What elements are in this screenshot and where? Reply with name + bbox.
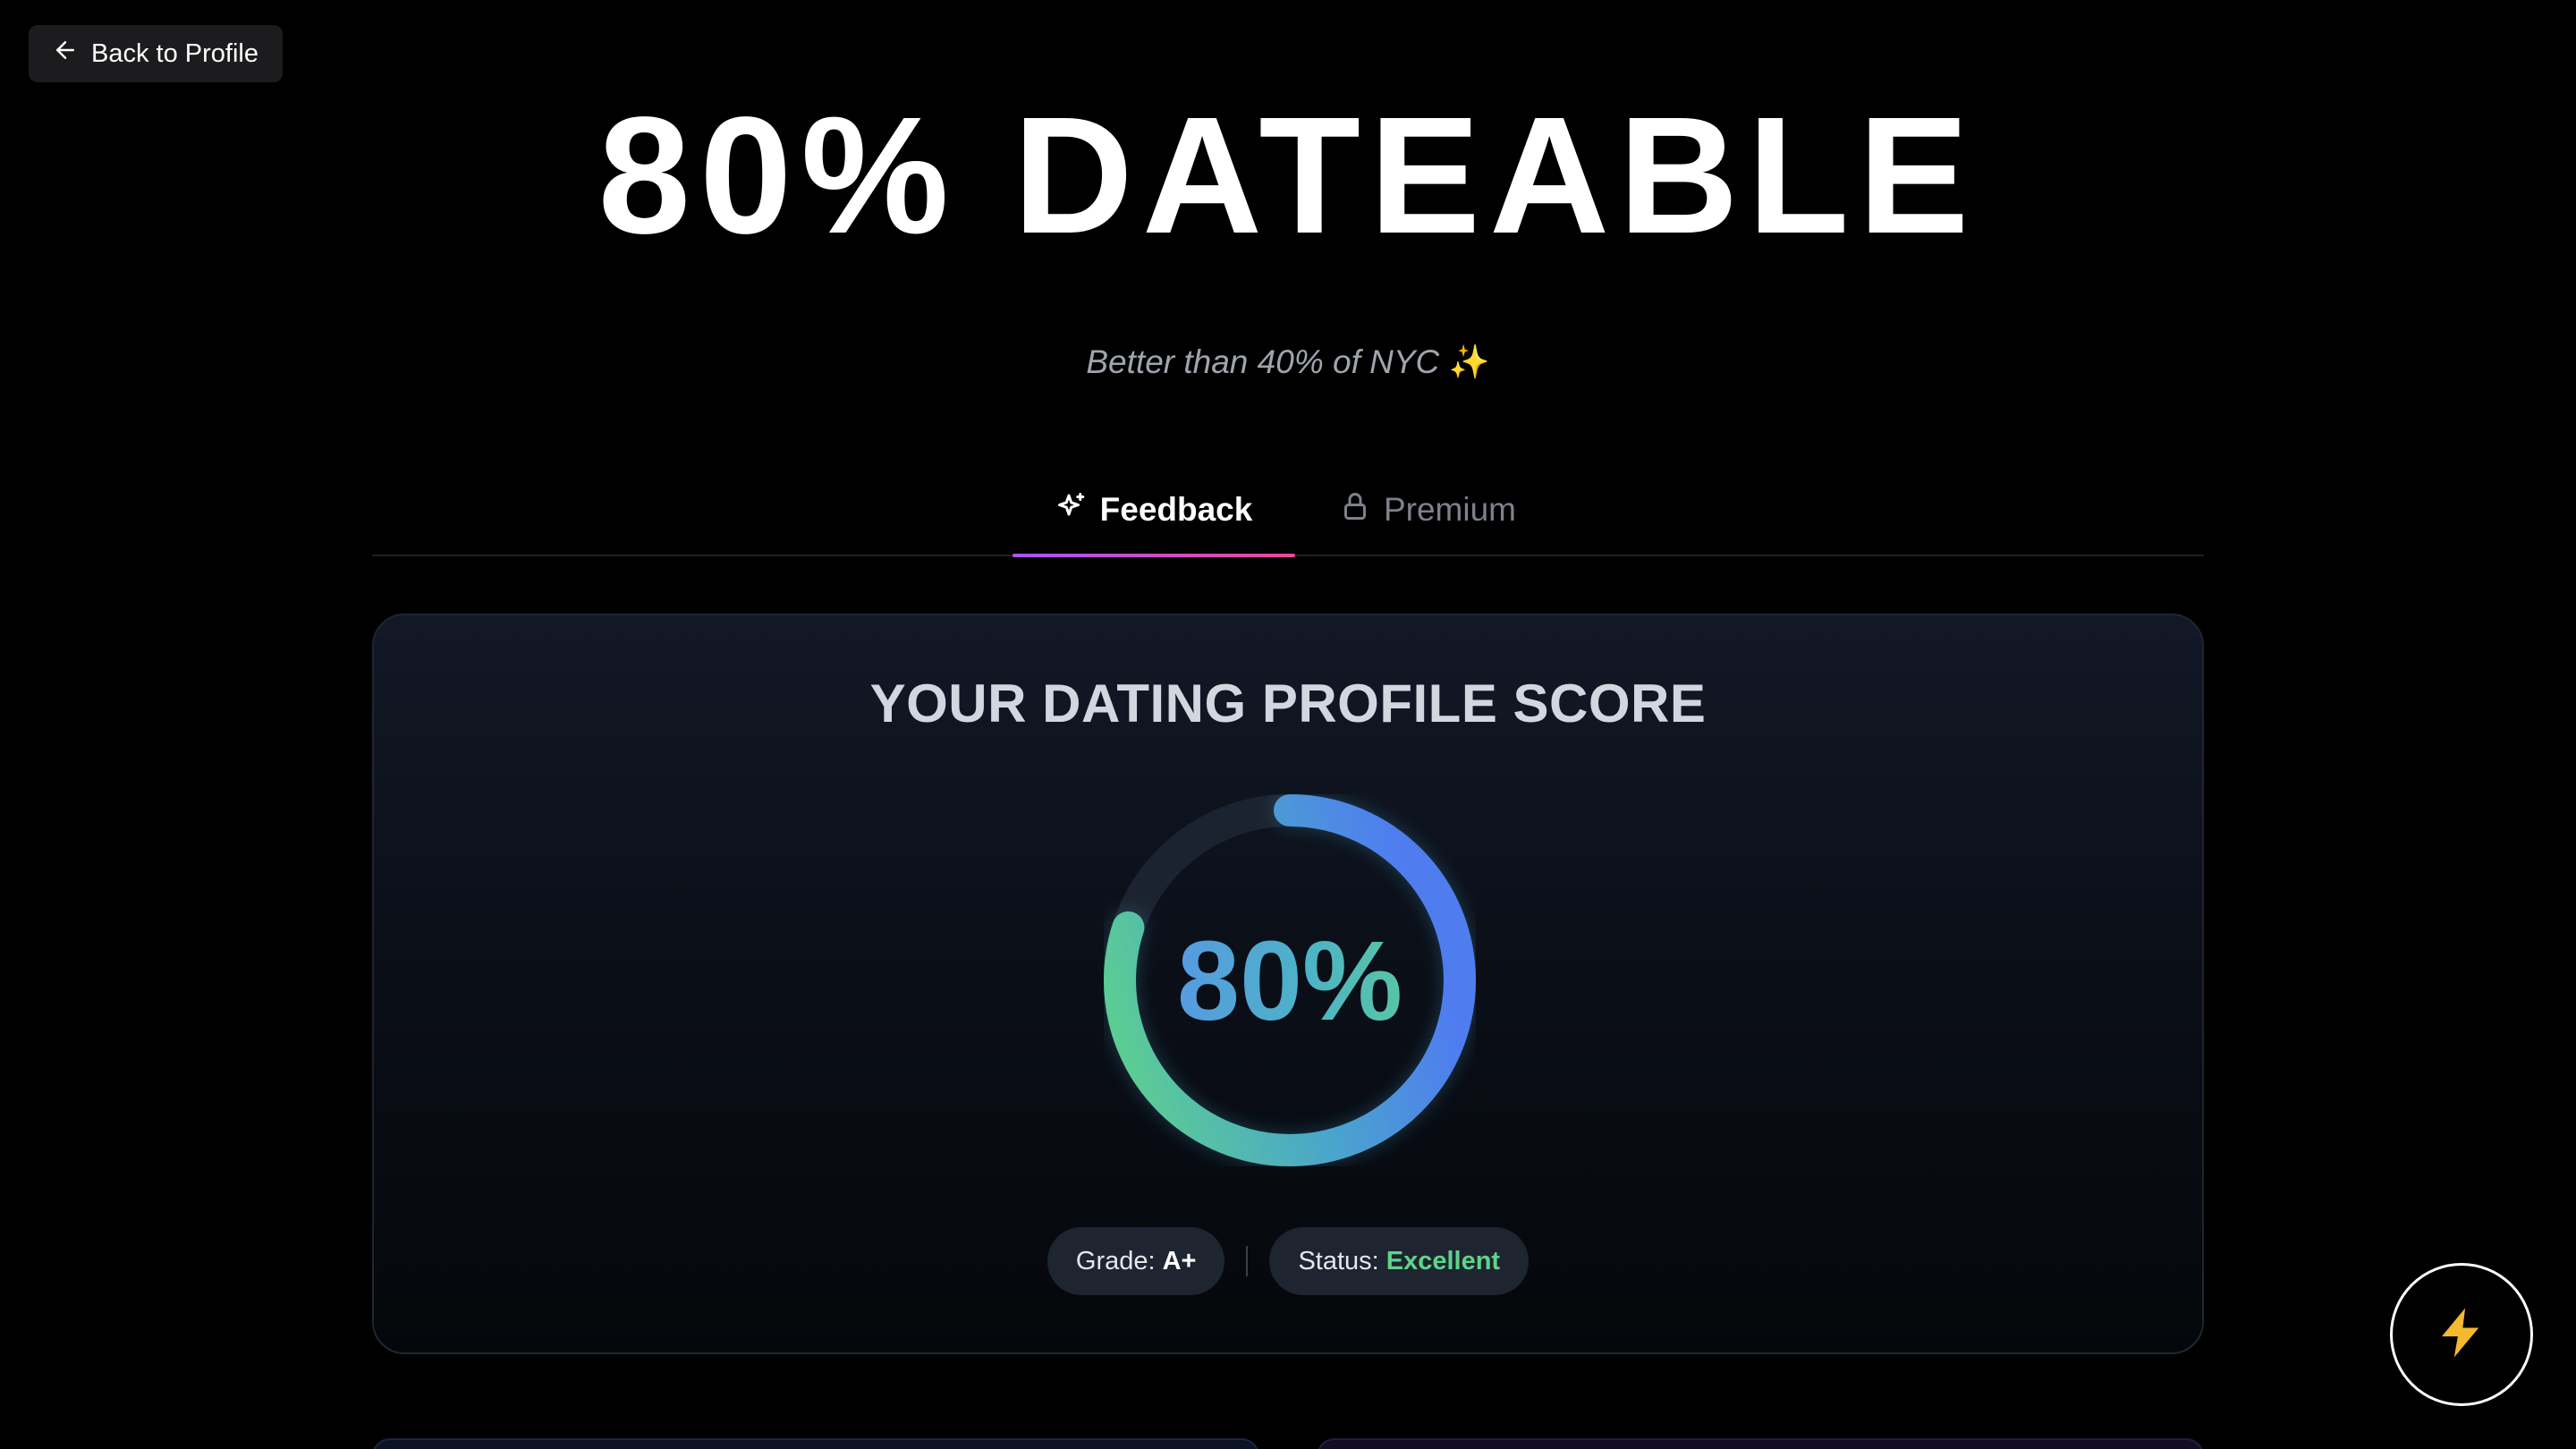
score-gauge: 80% — [1104, 794, 1476, 1166]
status-value: Excellent — [1385, 1246, 1501, 1275]
score-pills: Grade: A+ Status: Excellent — [374, 1225, 2202, 1297]
page-subtitle: Better than 40% of NYC ✨ — [0, 343, 2576, 382]
status-label: Status: — [1298, 1246, 1379, 1275]
quick-action-button[interactable] — [2390, 1263, 2533, 1406]
secondary-card-right — [1317, 1438, 2204, 1449]
subtitle-text: Better than 40% of NYC — [1086, 343, 1440, 380]
sparkles-emoji-icon: ✨ — [1448, 343, 1490, 380]
page-title: 80% DATEABLE — [597, 83, 1979, 268]
score-card-title: YOUR DATING PROFILE SCORE — [869, 674, 1707, 733]
pill-divider — [1246, 1246, 1249, 1276]
status-badge: Status: Excellent — [1269, 1227, 1530, 1295]
back-to-profile-button[interactable]: Back to Profile — [29, 25, 283, 82]
tab-feedback[interactable]: Feedback — [1013, 465, 1295, 555]
tab-premium[interactable]: Premium — [1302, 465, 1553, 555]
back-button-label: Back to Profile — [91, 38, 258, 68]
secondary-card-left — [372, 1438, 1259, 1449]
lock-icon — [1339, 490, 1371, 530]
lightning-icon — [2432, 1303, 2491, 1367]
grade-label: Grade: — [1075, 1246, 1156, 1275]
tab-premium-label: Premium — [1383, 491, 1517, 528]
arrow-left-icon — [52, 37, 79, 71]
tab-bar: Feedback Premium — [372, 465, 2204, 557]
tab-feedback-label: Feedback — [1099, 491, 1253, 528]
score-card: YOUR DATING PROFILE SCORE 80% Grade: A+ … — [372, 614, 2204, 1354]
grade-badge: Grade: A+ — [1046, 1227, 1225, 1295]
grade-value: A+ — [1162, 1246, 1197, 1275]
score-value: 80% — [1104, 794, 1476, 1166]
active-tab-indicator — [1013, 554, 1295, 557]
page: Back to Profile 80% DATEABLE Better than… — [0, 0, 2576, 1449]
sparkle-icon — [1055, 490, 1088, 530]
